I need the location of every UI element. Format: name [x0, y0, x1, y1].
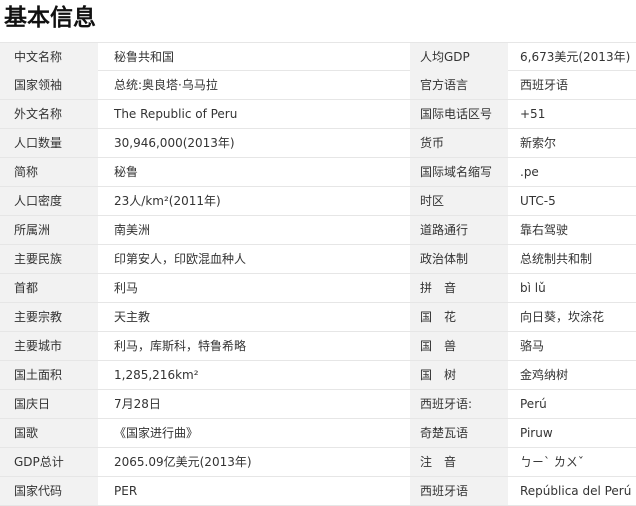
row-key-left: 主要城市	[0, 332, 98, 360]
row-value-left: 2065.09亿美元(2013年)	[114, 455, 252, 469]
row-value-left: 《国家进行曲》	[114, 426, 199, 440]
row-value-right: UTC-5	[520, 194, 556, 208]
row-value-right: .pe	[520, 165, 539, 179]
row-key-left: 所属洲	[0, 216, 98, 244]
row-key-right: 道路通行	[410, 216, 508, 244]
table-row: 简称 秘鲁 国际域名缩写 .pe	[0, 158, 636, 187]
row-value-left: 天主教	[114, 310, 151, 324]
row-key-right: 货币	[410, 129, 508, 157]
row-value-right: 骆马	[520, 339, 545, 353]
table-row: 国家代码 PER 西班牙语 República del Perú	[0, 477, 636, 506]
row-key-left: 国歌	[0, 419, 98, 447]
row-value-left: 7月28日	[114, 397, 161, 411]
row-key-right: 注 音	[410, 448, 508, 476]
row-value-right: ㄅㄧˋ ㄌㄨˇ	[520, 455, 584, 469]
row-key-right: 国际域名缩写	[410, 158, 508, 186]
row-value-right: Piruw	[520, 426, 553, 440]
row-key-right: 官方语言	[410, 71, 508, 99]
row-key-right: 国际电话区号	[410, 100, 508, 128]
row-key-left: 主要宗教	[0, 303, 98, 331]
row-key-right: 西班牙语:	[410, 390, 508, 418]
row-value-right: 西班牙语	[520, 78, 569, 92]
table-row: 人口数量 30,946,000(2013年) 货币 新索尔	[0, 129, 636, 158]
row-key-right: 国 树	[410, 361, 508, 389]
table-row: 外文名称 The Republic of Peru 国际电话区号 +51	[0, 100, 636, 129]
row-key-right: 时区	[410, 187, 508, 215]
row-value-left: PER	[114, 484, 138, 498]
row-key-right: 奇楚瓦语	[410, 419, 508, 447]
row-value-right: 向日葵，坎涂花	[520, 310, 605, 324]
row-value-left: 秘鲁共和国	[114, 50, 175, 64]
row-value-right: 新索尔	[520, 136, 557, 150]
info-table: 中文名称 秘鲁共和国 人均GDP 6,673美元(2013年) 国家领袖 总统:奥良塔·乌…	[0, 42, 636, 506]
row-value-left: 23人/km²(2011年)	[114, 194, 221, 208]
row-value-right: bì lǔ	[520, 281, 546, 295]
row-key-left: 简称	[0, 158, 98, 186]
table-row: 主要民族 印第安人，印欧混血种人 政治体制 总统制共和制	[0, 245, 636, 274]
row-key-left: 国家代码	[0, 477, 98, 505]
row-value-left: 总统:奥良塔·乌马拉	[114, 78, 218, 92]
table-row: 国家领袖 总统:奥良塔·乌马拉 官方语言 西班牙语	[0, 71, 636, 100]
row-value-left: 30,946,000(2013年)	[114, 136, 235, 150]
row-key-right: 政治体制	[410, 245, 508, 273]
row-key-left: 国庆日	[0, 390, 98, 418]
table-row: 人口密度 23人/km²(2011年) 时区 UTC-5	[0, 187, 636, 216]
row-value-left: 利马	[114, 281, 139, 295]
row-value-left: 秘鲁	[114, 165, 139, 179]
row-value-left: 1,285,216km²	[114, 368, 199, 382]
table-row: 主要宗教 天主教 国 花向日葵，坎涂花	[0, 303, 636, 332]
row-key-right: 国 花	[410, 303, 508, 331]
table-row: GDP总计 2065.09亿美元(2013年) 注 音ㄅㄧˋ ㄌㄨˇ	[0, 448, 636, 477]
row-value-right: República del Perú	[520, 484, 632, 498]
row-key-right: 人均GDP	[410, 43, 508, 71]
row-key-left: 人口数量	[0, 129, 98, 157]
row-key-left: 人口密度	[0, 187, 98, 215]
table-row: 国庆日 7月28日 西班牙语: Perú	[0, 390, 636, 419]
table-row: 国土面积 1,285,216km² 国 树金鸡纳树	[0, 361, 636, 390]
row-key-left: 中文名称	[0, 43, 98, 71]
row-value-right: Perú	[520, 397, 547, 411]
row-value-left: The Republic of Peru	[114, 107, 238, 121]
row-value-left: 印第安人，印欧混血种人	[114, 252, 247, 266]
row-value-right: 靠右驾驶	[520, 223, 569, 237]
row-value-left: 南美洲	[114, 223, 151, 237]
row-key-left: GDP总计	[0, 448, 98, 476]
row-key-left: 主要民族	[0, 245, 98, 273]
table-row: 所属洲 南美洲 道路通行 靠右驾驶	[0, 216, 636, 245]
row-key-right: 国 兽	[410, 332, 508, 360]
table-row: 主要城市 利马，库斯科，特鲁希略 国 兽骆马	[0, 332, 636, 361]
row-value-right: 金鸡纳树	[520, 368, 569, 382]
row-key-left: 外文名称	[0, 100, 98, 128]
table-row: 中文名称 秘鲁共和国 人均GDP 6,673美元(2013年)	[0, 42, 636, 71]
row-key-left: 首都	[0, 274, 98, 302]
row-value-right: 6,673美元(2013年)	[520, 50, 631, 64]
row-key-left: 国土面积	[0, 361, 98, 389]
row-value-right: 总统制共和制	[520, 252, 593, 266]
row-key-left: 国家领袖	[0, 71, 98, 99]
row-value-right: +51	[520, 107, 546, 121]
row-key-right: 拼 音	[410, 274, 508, 302]
table-row: 首都 利马 拼 音 bì lǔ	[0, 274, 636, 303]
row-key-right: 西班牙语	[410, 477, 508, 505]
row-value-left: 利马，库斯科，特鲁希略	[114, 339, 247, 353]
page-title: 基本信息	[4, 5, 96, 31]
table-row: 国歌 《国家进行曲》 奇楚瓦语 Piruw	[0, 419, 636, 448]
